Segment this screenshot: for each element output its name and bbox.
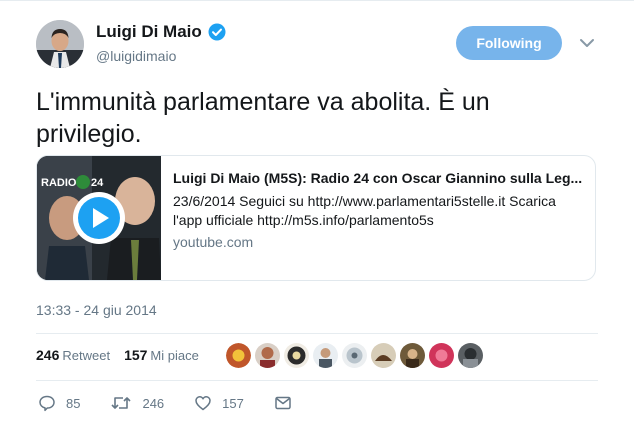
like-action-count: 157 [222,395,244,411]
link-card[interactable]: RADIO 24 Luigi Di Maio (M5S): Radio 24 c… [36,155,596,281]
svg-text:24: 24 [91,177,104,189]
likes-stat[interactable]: 157 Mi piace [124,347,199,363]
envelope-icon[interactable] [274,394,292,412]
likes-label: Mi piace [150,348,199,363]
likers-avatars [226,343,483,368]
tweet-text: L'immunità parlamentare va abolita. È un… [36,88,490,148]
user-name-row[interactable]: Luigi Di Maio [96,22,226,42]
retweet-stat[interactable]: 246 Retweet [36,347,110,363]
liker-avatar[interactable] [429,343,454,368]
liker-avatar[interactable] [284,343,309,368]
tweet-timestamp[interactable]: 13:33 - 24 giu 2014 [36,302,157,318]
card-domain: youtube.com [173,234,254,250]
retweet-icon[interactable] [110,394,132,412]
liker-avatar[interactable] [255,343,280,368]
verified-badge-icon [208,23,226,41]
likes-count: 157 [124,347,148,363]
user-handle[interactable]: @luigidimaio [96,48,176,64]
avatar[interactable] [36,20,84,68]
liker-avatar[interactable] [458,343,483,368]
user-name[interactable]: Luigi Di Maio [96,22,202,42]
liker-avatar[interactable] [400,343,425,368]
liker-avatar[interactable] [342,343,367,368]
liker-avatar[interactable] [313,343,338,368]
tweet-actions: 85 246 157 [38,394,322,412]
reply-count: 85 [66,395,81,411]
card-description: 23/6/2014 Seguici su http://www.parlamen… [173,193,556,228]
following-button[interactable]: Following [456,26,562,60]
radio24-logo: RADIO [41,177,77,189]
top-border [0,0,634,1]
retweet-action[interactable]: 246 [110,394,164,412]
retweet-count: 246 [36,347,60,363]
retweet-action-count: 246 [142,395,165,411]
chevron-down-icon[interactable] [578,36,596,50]
divider [36,333,598,334]
reply-icon[interactable] [38,394,56,412]
liker-avatar[interactable] [371,343,396,368]
divider [36,380,598,381]
card-thumbnail[interactable]: RADIO 24 [37,156,161,280]
retweet-label: Retweet [62,348,111,363]
reply-action[interactable]: 85 [38,394,80,412]
direct-message-action[interactable] [274,394,292,412]
tweet-stats: 246 Retweet 157 Mi piace [36,347,199,363]
play-icon[interactable] [72,191,126,245]
liker-avatar[interactable] [226,343,251,368]
heart-icon[interactable] [194,394,212,412]
like-action[interactable]: 157 [194,394,244,412]
card-title[interactable]: Luigi Di Maio (M5S): Radio 24 con Oscar … [173,170,587,186]
